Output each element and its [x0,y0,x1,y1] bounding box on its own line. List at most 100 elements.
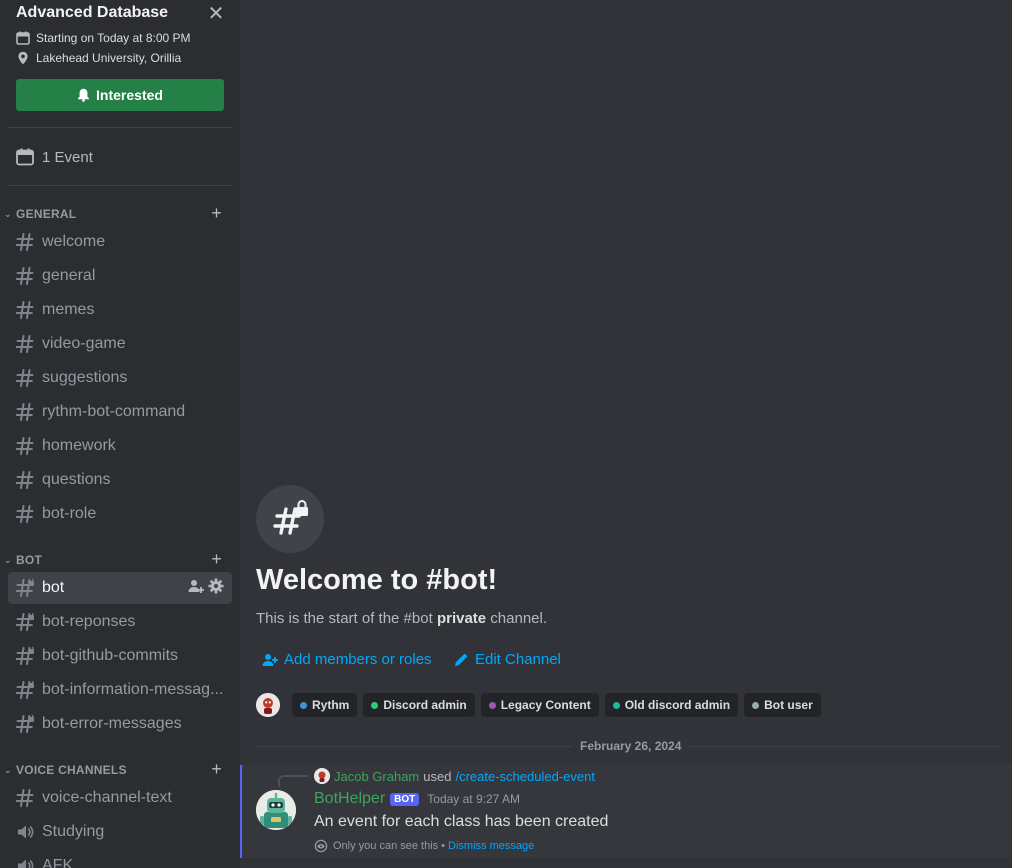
close-icon[interactable]: ✕ [205,3,227,25]
eye-icon [314,839,328,853]
channel-name: bot-role [42,505,97,522]
channel-bot-role[interactable]: bot-role [8,498,232,530]
speaker-icon [16,857,34,868]
channel-voice-channel-text[interactable]: voice-channel-text [8,782,232,814]
channel-name: welcome [42,233,106,250]
add-members-button[interactable]: Add members or roles [262,651,432,668]
channel-name: general [42,267,96,284]
role-color-dot [371,701,379,709]
role-name: Bot user [764,698,813,712]
add-channel-icon[interactable]: + [211,549,222,570]
gear-icon[interactable] [208,578,224,599]
private-hashtag-icon [16,647,34,665]
message-header: BotHelper BOT Today at 9:27 AM [314,790,520,808]
role-color-dot [752,701,760,709]
calendar-icon [16,31,30,45]
avatar[interactable] [256,693,280,717]
channel-bot-error-messages[interactable]: bot-error-messages [8,708,232,740]
location-pin-icon [18,51,28,65]
channel-name: Studying [42,823,105,840]
channel-questions[interactable]: questions [8,464,232,496]
message-content: An event for each class has been created [314,813,609,830]
channel-tools [188,578,224,599]
date-divider-label: February 26, 2024 [572,739,690,753]
channel-bot-github-commits[interactable]: bot-github-commits [8,640,232,672]
channel-name: bot-error-messages [42,715,182,732]
channel-bot-information-messag[interactable]: bot-information-messag... [8,674,232,706]
role-color-dot [612,701,620,709]
add-user-icon [262,653,278,666]
role-pill[interactable]: Rythm [292,693,358,717]
add-channel-icon[interactable]: + [211,203,222,224]
pencil-icon [455,653,468,666]
private-channel-icon [256,485,324,553]
category-label: BOT [16,553,43,567]
role-pill[interactable]: Discord admin [363,693,475,717]
channel-name: rythm-bot-command [42,403,186,420]
channel-bot-reponses[interactable]: bot-reponses [8,606,232,638]
role-name: Legacy Content [500,698,591,712]
ephemeral-notice: Only you can see this • Dismiss message [314,839,534,853]
channel-video-game[interactable]: video-game [8,328,232,360]
category-label: GENERAL [16,207,77,221]
events-count: 1 Event [42,148,93,166]
edit-channel-button[interactable]: Edit Channel [454,651,561,668]
hashtag-icon [16,471,34,489]
private-hashtag-icon [16,715,34,733]
channel-welcome[interactable]: welcome [8,226,232,258]
divider [8,185,232,186]
add-channel-icon[interactable]: + [211,759,222,780]
role-name: Rythm [312,698,350,712]
welcome-sub-bold: private [436,610,487,627]
dismiss-message-link[interactable]: Dismiss message [448,840,534,852]
message[interactable]: Jacob Graham used /create-scheduled-even… [240,765,1012,858]
divider [8,127,232,128]
channel-name: bot-information-messag... [42,681,224,698]
category-voice-channels[interactable]: ⌄ VOICE CHANNELS + [4,759,232,780]
calendar-icon [16,148,34,166]
channel-studying[interactable]: Studying [8,816,232,848]
channel-rythm-bot-command[interactable]: rythm-bot-command [8,396,232,428]
events-link[interactable]: 1 Event [16,145,93,169]
channel-name: homework [42,437,116,454]
role-pill[interactable]: Bot user [744,693,821,717]
hashtag-icon [16,437,34,455]
reply-username[interactable]: Jacob Graham [334,769,419,784]
channel-suggestions[interactable]: suggestions [8,362,232,394]
private-hashtag-icon [16,579,34,597]
channel-sidebar: Advanced Database ✕ Starting on Today at… [0,0,240,868]
role-pill[interactable]: Legacy Content [480,693,599,717]
avatar[interactable] [314,768,330,784]
role-pill[interactable]: Old discord admin [604,693,739,717]
role-name: Old discord admin [624,698,731,712]
chevron-down-icon: ⌄ [4,764,12,775]
hashtag-icon [16,335,34,353]
category-bot[interactable]: ⌄ BOT + [4,549,232,570]
channel-afk[interactable]: AFK [8,850,232,868]
hashtag-icon [16,403,34,421]
channel-memes[interactable]: memes [8,294,232,326]
channel-name: voice-channel-text [42,789,172,806]
channel-bot[interactable]: bot [8,572,232,604]
channel-general[interactable]: general [8,260,232,292]
channel-homework[interactable]: homework [8,430,232,462]
command-reply-context: Jacob Graham used /create-scheduled-even… [314,768,595,784]
chevron-down-icon: ⌄ [4,554,12,565]
event-title: Advanced Database [16,4,169,21]
invite-member-icon[interactable] [188,578,204,599]
channel-name: bot-github-commits [42,647,179,664]
category-general[interactable]: ⌄ GENERAL + [4,203,232,224]
role-name: Discord admin [383,698,467,712]
reply-connector [278,775,308,787]
private-hashtag-icon [16,613,34,631]
channel-name: questions [42,471,111,488]
event-location-row: Lakehead University, Orillia [16,51,181,65]
event-time-row: Starting on Today at 8:00 PM [16,31,191,45]
channel-name: bot [42,579,65,596]
bell-icon [78,88,90,102]
bot-avatar[interactable] [256,790,296,830]
slash-command-link[interactable]: /create-scheduled-event [455,769,594,784]
interested-button[interactable]: Interested [16,79,224,111]
author-name[interactable]: BotHelper [314,790,385,808]
hashtag-icon [16,233,34,251]
